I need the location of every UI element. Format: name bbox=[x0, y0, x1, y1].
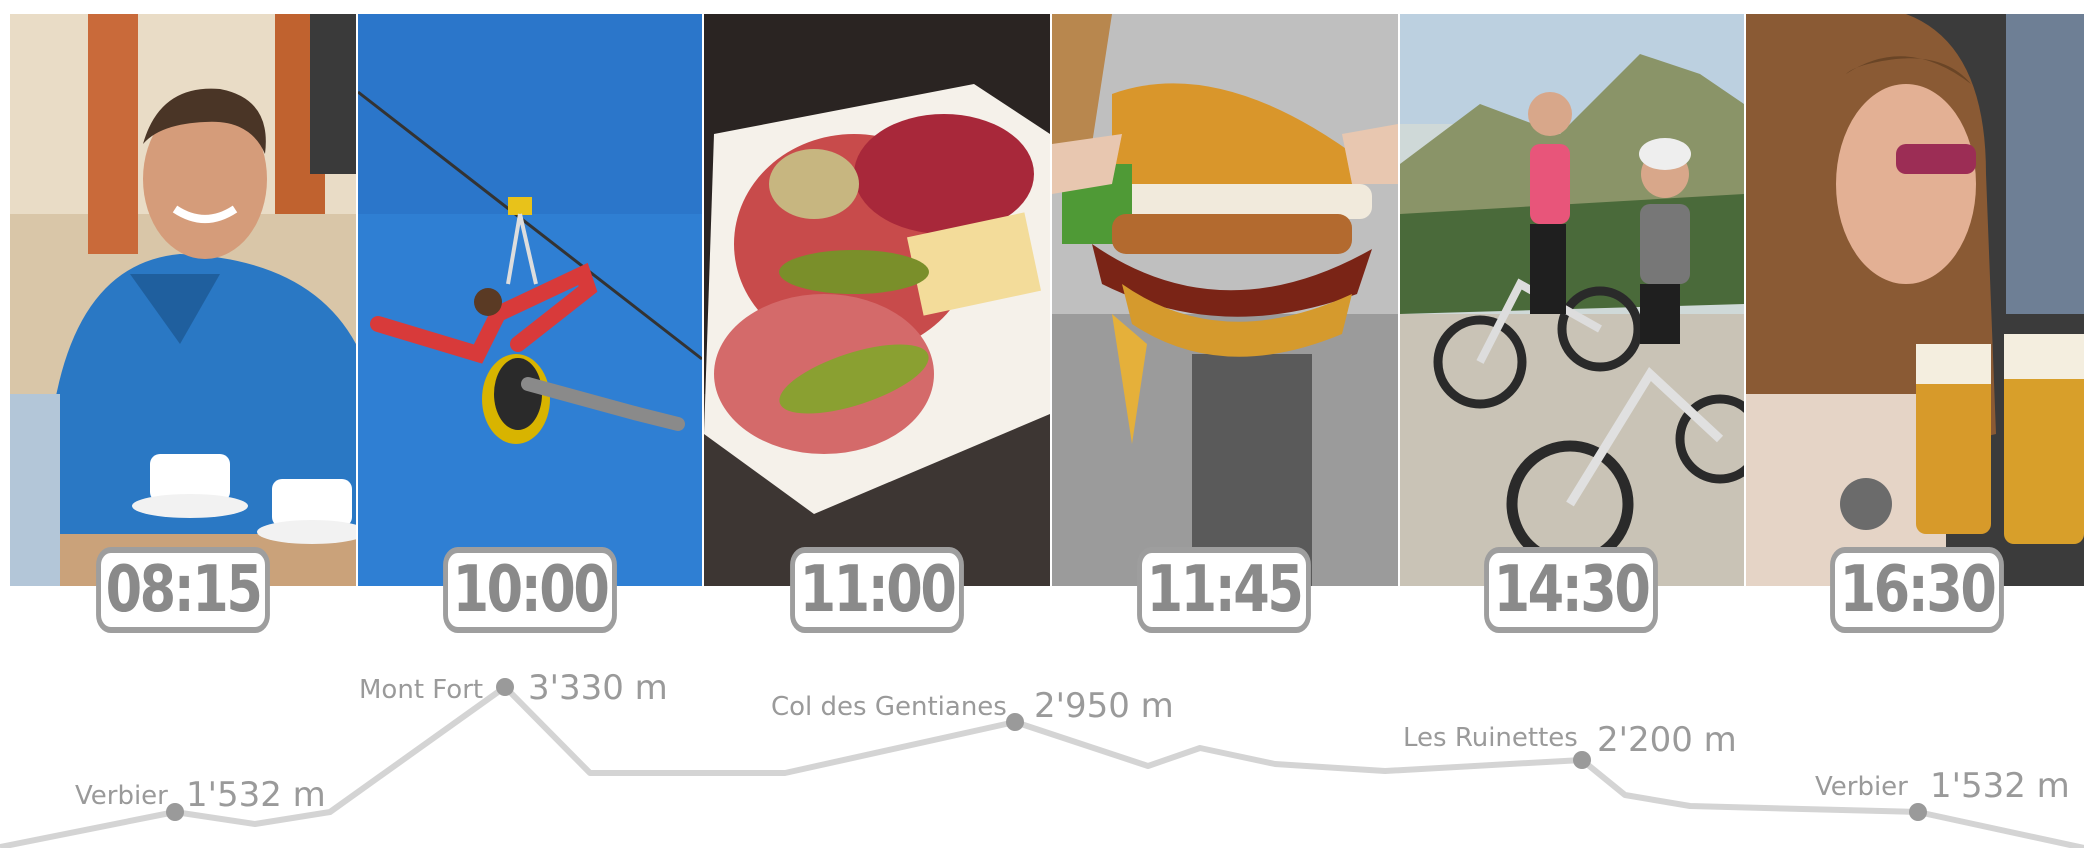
waypoint-name: Verbier bbox=[75, 781, 168, 811]
time-label: 08:15 bbox=[96, 547, 270, 633]
waypoint-altitude: 2'950 m bbox=[1034, 686, 1174, 726]
waypoint-name: Les Ruinettes bbox=[1403, 723, 1578, 753]
waypoint-altitude: 3'330 m bbox=[528, 668, 668, 708]
time-label: 11:45 bbox=[1137, 547, 1311, 633]
photo-zipline bbox=[358, 14, 702, 586]
photo-man-coffee bbox=[10, 14, 356, 586]
waypoint-name: Col des Gentianes bbox=[771, 692, 1007, 722]
photo-charcuterie bbox=[704, 14, 1050, 586]
time-label: 16:30 bbox=[1830, 547, 2004, 633]
waypoint-dot bbox=[1573, 751, 1591, 769]
itinerary-infographic: 08:15 10:00 11:00 11:45 14:30 16:30 Verb… bbox=[0, 0, 2084, 848]
photo-beer bbox=[1746, 14, 2084, 586]
waypoint-altitude: 1'532 m bbox=[186, 775, 326, 815]
waypoint-altitude: 1'532 m bbox=[1930, 766, 2070, 806]
waypoint-dot bbox=[496, 678, 514, 696]
waypoint-altitude: 2'200 m bbox=[1597, 720, 1737, 760]
altitude-profile bbox=[0, 678, 2084, 848]
waypoint-name: Verbier bbox=[1815, 772, 1908, 802]
photo-ebikes bbox=[1400, 14, 1744, 586]
waypoint-dot bbox=[1909, 803, 1927, 821]
photo-burger bbox=[1052, 14, 1398, 586]
waypoint-name: Mont Fort bbox=[359, 675, 484, 705]
time-label: 14:30 bbox=[1484, 547, 1658, 633]
time-label: 11:00 bbox=[790, 547, 964, 633]
time-label: 10:00 bbox=[443, 547, 617, 633]
waypoint-dot bbox=[166, 803, 184, 821]
waypoint-dot bbox=[1006, 713, 1024, 731]
